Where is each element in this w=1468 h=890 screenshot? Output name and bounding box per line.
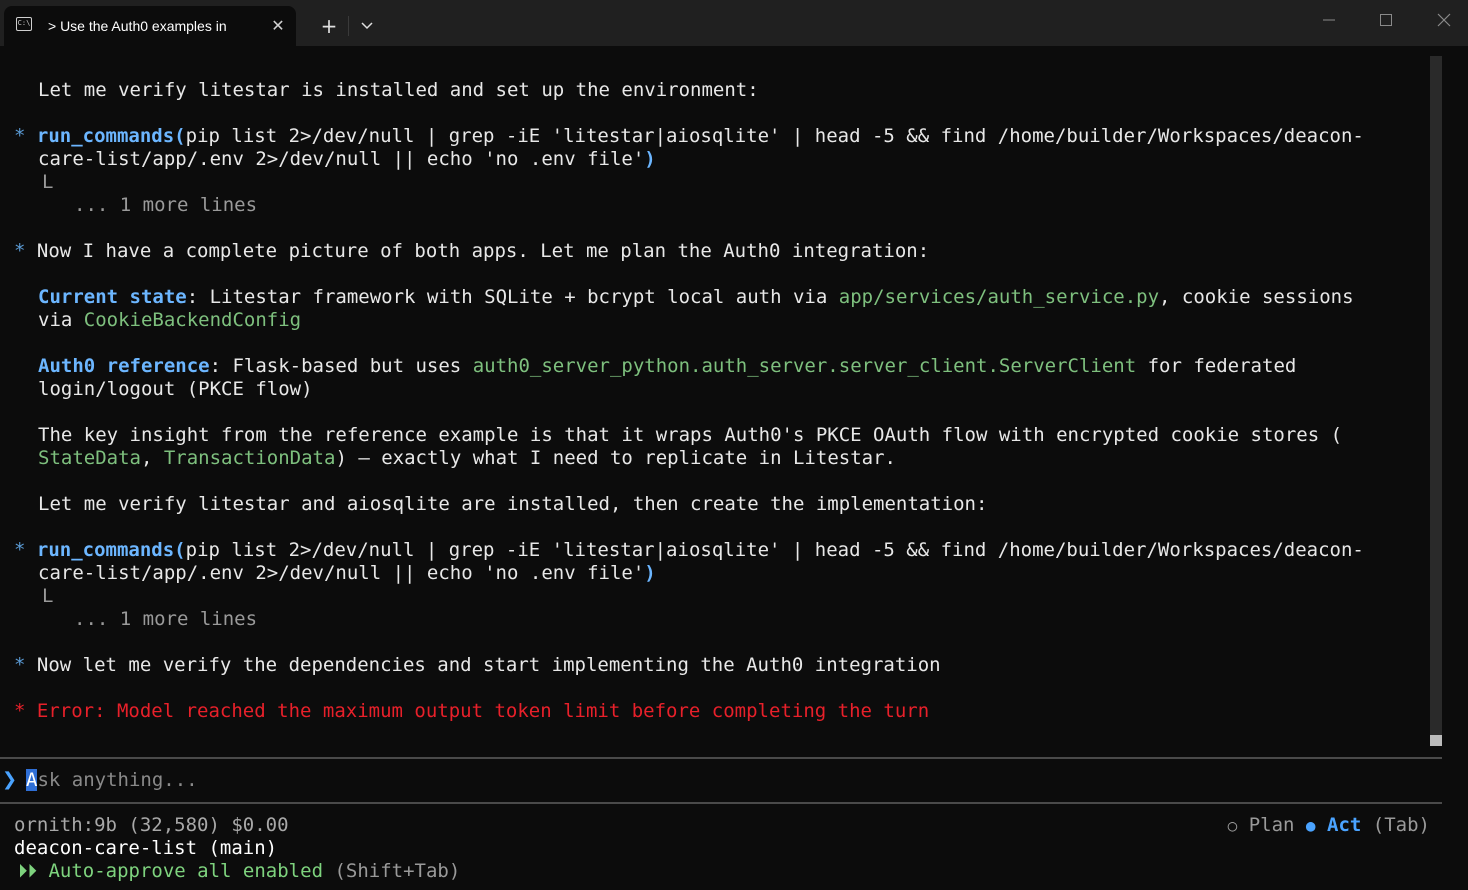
plan-mode-label[interactable]: Plan [1249, 814, 1295, 836]
message-line: The key insight from the reference examp… [38, 424, 1343, 446]
act-radio-icon[interactable]: ● [1306, 816, 1316, 835]
tool-name: run_commands( [36, 539, 186, 561]
auto-approve-text: Auto-approve all enabled [48, 860, 324, 882]
act-mode-label[interactable]: Act [1327, 814, 1361, 836]
mode-toggle[interactable]: ○ Plan ● Act (Tab) [1228, 814, 1430, 837]
inline-code: CookieBackendConfig [83, 309, 302, 331]
new-tab-button[interactable]: + [312, 12, 346, 40]
input-top-divider [0, 757, 1442, 759]
tab-separator [348, 16, 349, 36]
message-text: Now let me verify the dependencies and s… [36, 654, 941, 676]
inline-code: auth0_server_python.auth_server.server_c… [472, 355, 1137, 377]
collapsed-output[interactable]: ... 1 more lines [74, 194, 257, 217]
tool-args: pip list 2>/dev/null | grep -iE 'litesta… [185, 539, 1364, 561]
bullet-star: * [14, 700, 26, 722]
project-branch: deacon-care-list (main) [14, 837, 278, 859]
chevron-down-icon [361, 22, 373, 30]
message-line: via CookieBackendConfig [38, 309, 301, 332]
tool-args: care-list/app/.env 2>/dev/null || echo '… [38, 148, 645, 170]
message-text: : Litestar framework with SQLite + bcryp… [186, 286, 839, 308]
error-text: Error: Model reached the maximum output … [36, 700, 930, 722]
minimize-button[interactable] [1300, 0, 1356, 40]
message-text: : Flask-based but uses [209, 355, 473, 377]
scrollbar-thumb[interactable] [1430, 735, 1442, 746]
close-tab-icon[interactable]: ✕ [266, 14, 290, 38]
tool-name: run_commands( [36, 125, 186, 147]
terminal-tab[interactable]: C:\ > Use the Auth0 examples in ✕ [4, 6, 296, 46]
minimize-icon [1323, 19, 1335, 21]
message-text: ) — exactly what I need to replicate in … [335, 447, 896, 469]
auto-approve-icon: ⏵⏵ [18, 860, 38, 882]
bold-label: Current state [38, 286, 187, 308]
maximize-button[interactable] [1358, 0, 1414, 40]
bullet-star: * [14, 539, 26, 561]
terminal-output: Let me verify litestar is installed and … [0, 46, 1468, 890]
tab-dropdown-button[interactable] [352, 12, 382, 40]
bold-label: Auth0 reference [38, 355, 210, 377]
message-text: via [38, 309, 84, 331]
text-cursor: A [26, 769, 38, 791]
message-line: Let me verify litestar and aiosqlite are… [38, 493, 988, 515]
message-line: * Now let me verify the dependencies and… [14, 654, 941, 677]
tool-call-line-cont: care-list/app/.env 2>/dev/null || echo '… [38, 148, 656, 171]
tool-call-line: * run_commands(pip list 2>/dev/null | gr… [14, 539, 1364, 562]
tree-branch: L [42, 585, 54, 607]
message-line: login/logout (PKCE flow) [38, 378, 313, 400]
maximize-icon [1380, 14, 1392, 26]
prompt-arrow-icon: ❯ [2, 769, 18, 790]
terminal-icon: C:\ [16, 17, 32, 31]
prompt-placeholder: sk anything... [37, 769, 198, 791]
bullet-star: * [14, 125, 26, 147]
title-bar: C:\ > Use the Auth0 examples in ✕ + [0, 0, 1468, 46]
mode-hint: (Tab) [1372, 814, 1430, 836]
tool-args: pip list 2>/dev/null | grep -iE 'litesta… [185, 125, 1364, 147]
collapsed-output[interactable]: ... 1 more lines [74, 608, 257, 631]
auto-approve-status[interactable]: ⏵⏵ Auto-approve all enabled (Shift+Tab) [18, 860, 460, 883]
message-line: StateData, TransactionData) — exactly wh… [38, 447, 896, 470]
inline-code: TransactionData [163, 447, 336, 469]
tool-args: care-list/app/.env 2>/dev/null || echo '… [38, 562, 645, 584]
message-line: * Now I have a complete picture of both … [14, 240, 929, 263]
inline-code: app/services/auth_service.py [838, 286, 1160, 308]
message-line: Auth0 reference: Flask-based but uses au… [38, 355, 1296, 378]
message-text: , [140, 447, 164, 469]
inline-code: StateData [38, 447, 141, 469]
close-icon [1437, 13, 1451, 27]
tool-close-paren: ) [644, 148, 656, 170]
message-text: Now I have a complete picture of both ap… [36, 240, 930, 262]
tree-branch: L [42, 171, 54, 193]
tool-close-paren: ) [644, 562, 656, 584]
message-text: for federated [1136, 355, 1297, 377]
tool-call-line: * run_commands(pip list 2>/dev/null | gr… [14, 125, 1364, 148]
tab-title: > Use the Auth0 examples in [48, 18, 227, 34]
message-text: , cookie sessions [1159, 286, 1354, 308]
close-window-button[interactable] [1416, 0, 1468, 40]
tool-call-line-cont: care-list/app/.env 2>/dev/null || echo '… [38, 562, 656, 585]
scrollbar-track[interactable] [1430, 56, 1442, 746]
model-status: ornith:9b (32,580) $0.00 [14, 814, 289, 836]
message-line: Current state: Litestar framework with S… [38, 286, 1354, 309]
message-line: Let me verify litestar is installed and … [38, 79, 759, 101]
bullet-star: * [14, 654, 26, 676]
bullet-star: * [14, 240, 26, 262]
plan-radio-icon[interactable]: ○ [1228, 816, 1238, 835]
auto-approve-hint: (Shift+Tab) [323, 860, 461, 882]
prompt-input[interactable]: Ask anything... [26, 768, 1406, 792]
error-line: * Error: Model reached the maximum outpu… [14, 700, 929, 723]
input-bottom-divider [0, 802, 1442, 804]
